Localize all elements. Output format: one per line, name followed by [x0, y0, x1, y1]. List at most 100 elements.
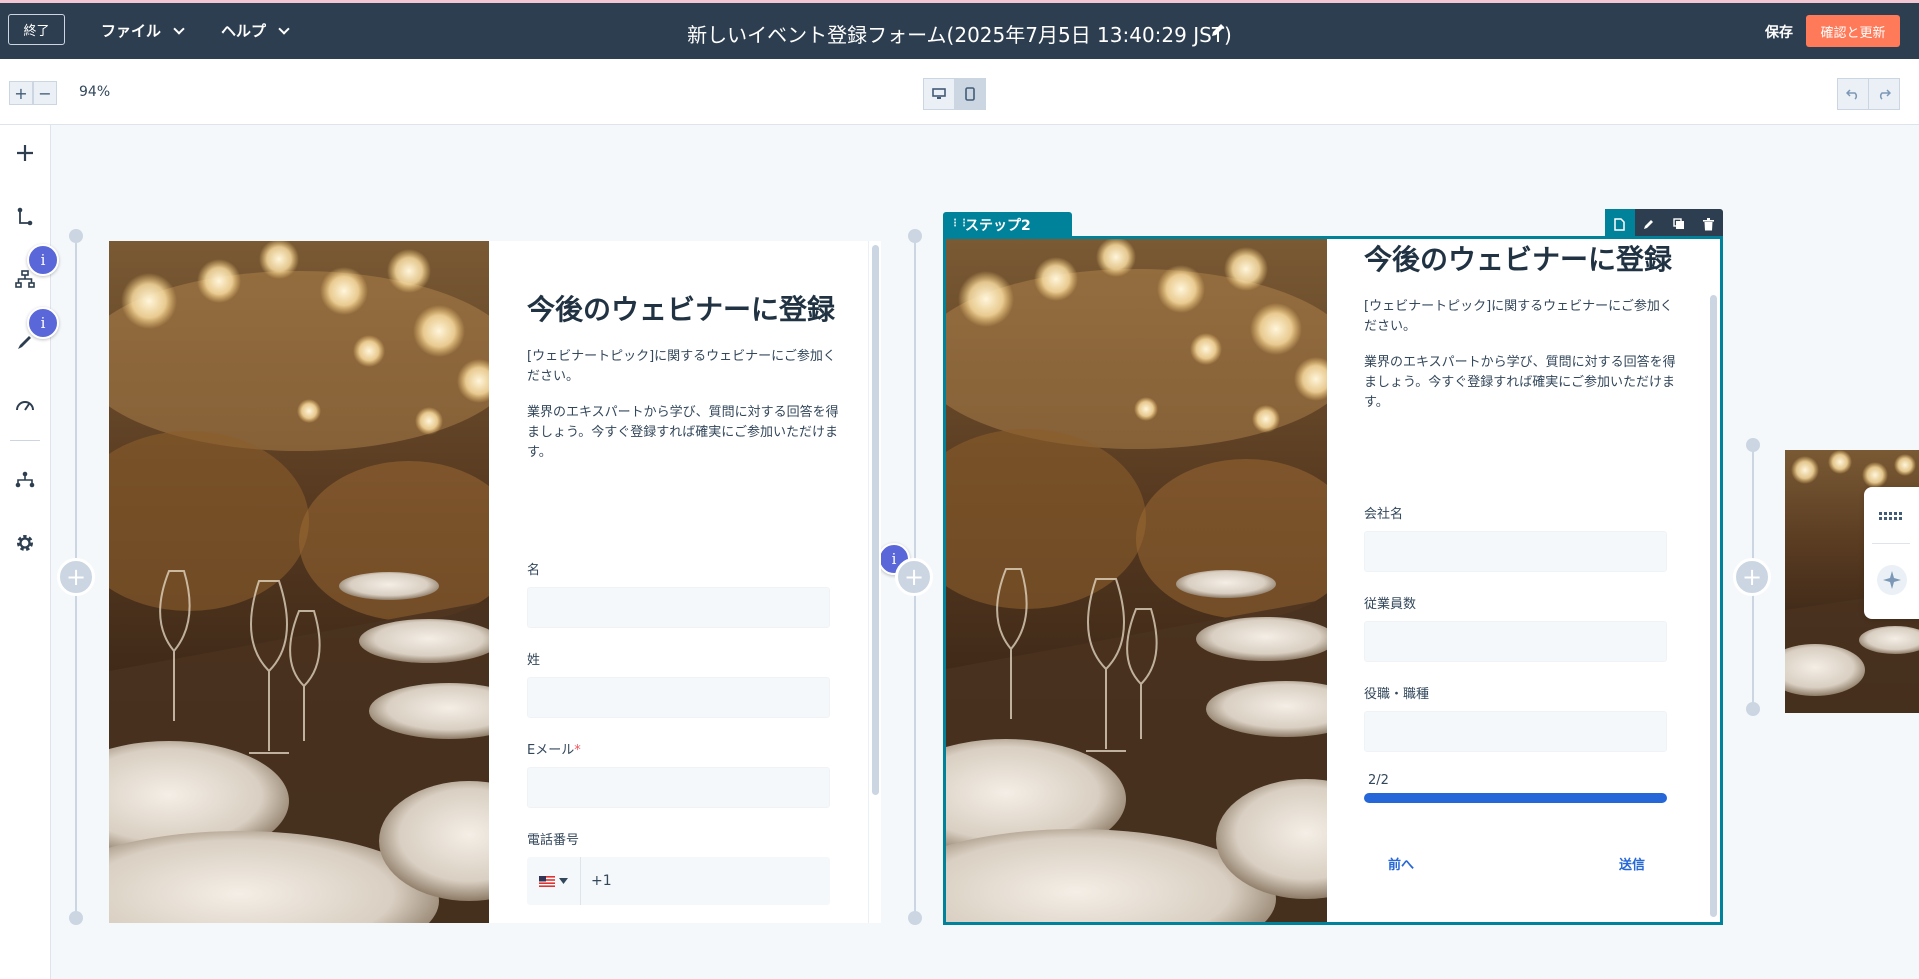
mobile-icon: [965, 87, 975, 101]
step-2-tab-label: ステップ2: [965, 217, 1031, 234]
chevron-down-icon: [278, 22, 290, 35]
gear-icon[interactable]: [13, 531, 37, 555]
redo-button[interactable]: [1868, 78, 1900, 110]
workflow-icon[interactable]: [13, 468, 37, 492]
phone-field: 電話番号 +1: [527, 829, 830, 905]
email-label: Eメール: [527, 743, 575, 758]
sidebar-divider: [10, 440, 40, 441]
editor-toolbar: + − 94%: [0, 59, 1919, 125]
scrollbar-thumb[interactable]: [872, 245, 879, 795]
phone-input-group: +1: [527, 857, 830, 905]
trash-icon: [1702, 217, 1714, 230]
chevron-down-icon: [173, 22, 185, 35]
connector-dot: [908, 911, 922, 925]
gauge-icon[interactable]: [13, 393, 37, 417]
connector-dot: [69, 911, 83, 925]
email-input[interactable]: [527, 767, 830, 808]
add-step-button[interactable]: +: [895, 558, 933, 596]
tree-branch-icon[interactable]: [13, 205, 37, 229]
form-content: 今後のウェビナーに登録 [ウェビナートピック]に関するウェビナーにご参加ください…: [527, 289, 847, 463]
file-menu[interactable]: ファイル: [101, 20, 185, 41]
review-and-update-button[interactable]: 確認と更新: [1806, 15, 1900, 47]
form-content: 今後のウェビナーに登録 [ウェビナートピック]に関するウェビナーにご参加ください…: [1364, 239, 1684, 413]
connector-dot: [908, 229, 922, 243]
desktop-view-toggle[interactable]: [923, 78, 955, 110]
field-label: 会社名: [1364, 507, 1404, 522]
form-intro: [ウェビナートピック]に関するウェビナーにご参加ください。: [527, 349, 836, 384]
field-label: 役職・職種: [1364, 687, 1430, 702]
email-field: Eメール*: [527, 739, 830, 808]
duplicate-step-button[interactable]: [1664, 209, 1694, 239]
connector-dot: [1746, 702, 1760, 716]
progress-bar: [1364, 793, 1667, 803]
first-name-field: 名: [527, 559, 830, 628]
connector-dot: [1746, 438, 1760, 452]
step-actions-toolbar: [1605, 209, 1723, 239]
mobile-view-toggle[interactable]: [954, 78, 986, 110]
delete-step-button[interactable]: [1694, 209, 1724, 239]
panel-divider: [1872, 543, 1910, 544]
company-field: 会社名: [1364, 503, 1667, 572]
last-name-field: 姓: [527, 649, 830, 718]
employees-input[interactable]: [1364, 621, 1667, 662]
form-intro: [ウェビナートピック]に関するウェビナーにご参加ください。: [1364, 299, 1673, 334]
field-label: 名: [527, 563, 541, 578]
form-title: 今後のウェビナーに登録: [527, 293, 836, 326]
duplicate-icon: [1673, 218, 1684, 229]
connector-dot: [69, 229, 83, 243]
redo-icon: [1879, 89, 1891, 100]
edit-step-button[interactable]: [1635, 209, 1665, 239]
first-name-input[interactable]: [527, 587, 830, 628]
drag-handle-icon[interactable]: ⋮⋮: [950, 218, 969, 229]
side-tools-panel: [1864, 487, 1919, 619]
pencil-icon: [1644, 220, 1654, 229]
submit-button[interactable]: 送信: [1619, 854, 1645, 873]
add-step-button[interactable]: +: [1733, 558, 1771, 596]
form-body: 業界のエキスパートから学び、質問に対する回答を得ましょう。今すぐ登録すれば確実に…: [527, 405, 839, 460]
form-step-2[interactable]: 今後のウェビナーに登録 [ウェビナートピック]に関するウェビナーにご参加ください…: [946, 239, 1720, 922]
field-label: Eメール*: [527, 739, 830, 758]
form-body: 業界のエキスパートから学び、質問に対する回答を得ましょう。今すぐ登録すれば確実に…: [1364, 355, 1676, 410]
previous-button[interactable]: 前へ: [1388, 854, 1414, 873]
progress-text: 2/2: [1368, 773, 1389, 788]
company-input[interactable]: [1364, 531, 1667, 572]
help-menu[interactable]: ヘルプ: [221, 20, 290, 41]
help-menu-label: ヘルプ: [221, 22, 267, 40]
form-title: 今後のウェビナーに登録: [1364, 243, 1673, 276]
job-title-field: 役職・職種: [1364, 683, 1667, 752]
banquet-photo: [946, 239, 1327, 922]
zoom-in-button[interactable]: +: [9, 81, 33, 105]
desktop-icon: [932, 88, 946, 99]
info-badge[interactable]: i: [27, 307, 59, 339]
page-settings-button[interactable]: [1605, 209, 1635, 239]
banquet-photo: [109, 241, 489, 923]
add-icon[interactable]: [13, 141, 37, 165]
save-button[interactable]: 保存: [1765, 22, 1793, 42]
last-name-input[interactable]: [527, 677, 830, 718]
edit-title-pencil-icon[interactable]: [1210, 22, 1228, 40]
sparkle-icon: [1883, 571, 1901, 589]
keyboard-icon[interactable]: [1879, 509, 1903, 528]
undo-icon: [1846, 89, 1858, 100]
page-icon: [1614, 217, 1625, 231]
us-flag-icon: [539, 875, 555, 887]
add-step-button[interactable]: +: [57, 558, 95, 596]
form-step-1[interactable]: 今後のウェビナーに登録 [ウェビナートピック]に関するウェビナーにご参加ください…: [109, 241, 881, 923]
undo-button[interactable]: [1837, 78, 1869, 110]
editor-header: 終了 ファイル ヘルプ 新しいイベント登録フォーム(2025年7月5日 13:4…: [0, 3, 1919, 59]
phone-input[interactable]: +1: [581, 857, 830, 905]
scrollbar-thumb[interactable]: [1710, 295, 1717, 917]
caret-down-icon: [559, 878, 568, 884]
field-label: 電話番号: [527, 833, 580, 848]
country-select[interactable]: [527, 857, 581, 905]
exit-button[interactable]: 終了: [8, 14, 65, 45]
employees-field: 従業員数: [1364, 593, 1667, 662]
info-badge[interactable]: i: [27, 244, 59, 276]
zoom-out-button[interactable]: −: [33, 81, 57, 105]
file-menu-label: ファイル: [101, 22, 162, 40]
step-2-tab[interactable]: ⋮⋮ ステップ2: [943, 212, 1072, 237]
ai-sparkle-button[interactable]: [1877, 565, 1907, 595]
field-label: 従業員数: [1364, 597, 1417, 612]
field-label: 姓: [527, 653, 541, 668]
job-title-input[interactable]: [1364, 711, 1667, 752]
